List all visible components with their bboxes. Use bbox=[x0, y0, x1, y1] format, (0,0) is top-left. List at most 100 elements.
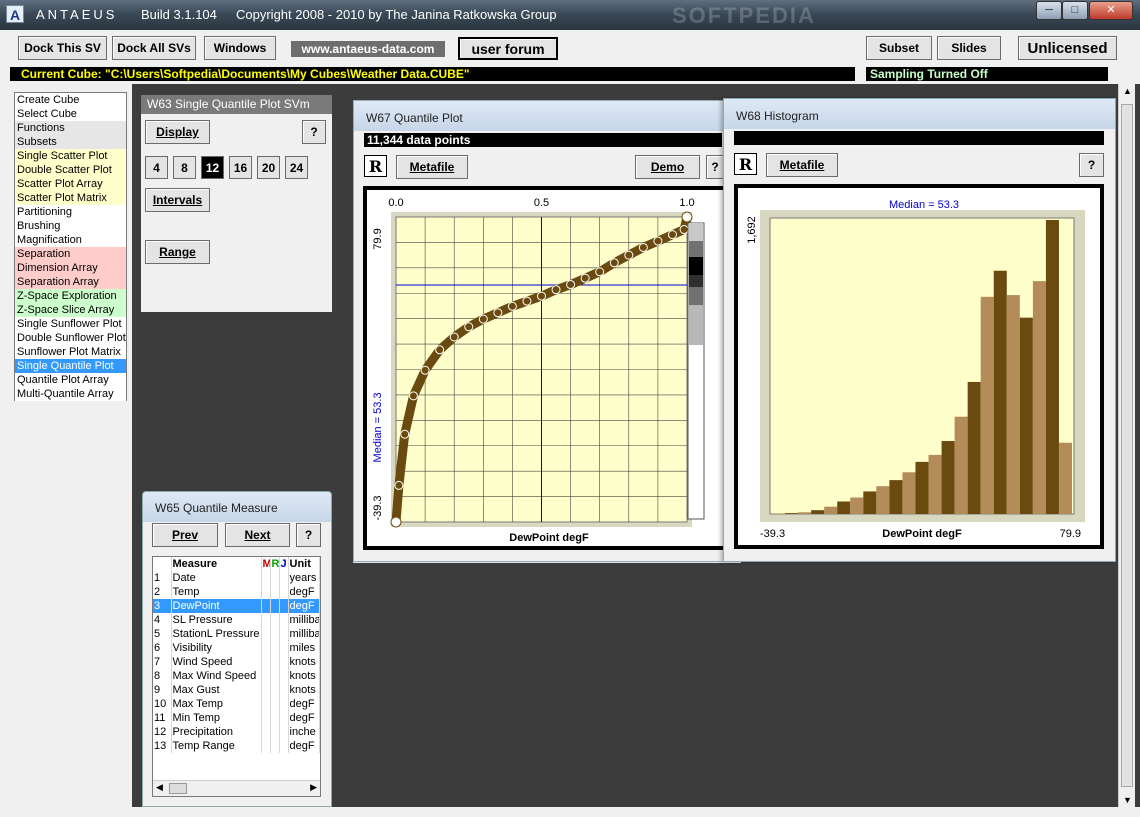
w63-help-button[interactable]: ? bbox=[302, 120, 326, 144]
count-button[interactable]: 12 bbox=[201, 156, 224, 179]
function-list[interactable]: Create Cube Select Cube Functions Subsets Si… bbox=[14, 92, 127, 401]
w65-help-button[interactable]: ? bbox=[296, 523, 321, 547]
table-row[interactable]: 2 Temp degF bbox=[153, 585, 320, 599]
prev-button[interactable]: Prev bbox=[152, 523, 218, 547]
measure-hscrollbar[interactable]: ◀ ▶ bbox=[153, 780, 320, 796]
count-button[interactable]: 4 bbox=[145, 156, 168, 179]
function-item[interactable]: Subsets bbox=[15, 135, 126, 149]
r-flag bbox=[270, 585, 280, 599]
count-button[interactable]: 16 bbox=[229, 156, 252, 179]
function-item[interactable]: Magnification bbox=[15, 233, 126, 247]
measure-unit: degF bbox=[288, 697, 320, 711]
histogram-bar bbox=[902, 472, 916, 514]
subset-button[interactable]: Subset bbox=[866, 36, 932, 60]
w67-metafile-button[interactable]: Metafile bbox=[396, 155, 468, 179]
range-button[interactable]: Range bbox=[145, 240, 210, 264]
w68-metafile-button[interactable]: Metafile bbox=[766, 153, 838, 177]
intervals-button[interactable]: Intervals bbox=[145, 188, 210, 212]
function-item[interactable]: Double Scatter Plot bbox=[15, 163, 126, 177]
dock-all-svs-button[interactable]: Dock All SVs bbox=[112, 36, 196, 60]
windows-button[interactable]: Windows bbox=[204, 36, 276, 60]
scroll-left-icon[interactable]: ◀ bbox=[156, 782, 163, 793]
w68-r-button[interactable]: R bbox=[734, 153, 757, 175]
m-flag bbox=[261, 627, 271, 641]
w68-help-button[interactable]: ? bbox=[1079, 153, 1104, 177]
legend-swatch bbox=[689, 241, 703, 257]
function-item[interactable]: Partitioning bbox=[15, 205, 126, 219]
table-row[interactable]: 9 Max Gust knots bbox=[153, 683, 320, 697]
dock-this-sv-button[interactable]: Dock This SV bbox=[18, 36, 107, 60]
function-item[interactable]: Multi-Quantile Array bbox=[15, 387, 126, 401]
count-button[interactable]: 8 bbox=[173, 156, 196, 179]
j-flag bbox=[279, 599, 289, 613]
function-item[interactable]: Create Cube bbox=[15, 93, 126, 107]
table-row[interactable]: 3 DewPoint degF bbox=[153, 599, 320, 613]
measure-name: Min Temp bbox=[171, 711, 262, 725]
table-row[interactable]: 8 Max Wind Speed knots bbox=[153, 669, 320, 683]
table-row[interactable]: 6 Visibility miles bbox=[153, 641, 320, 655]
r-flag bbox=[270, 697, 280, 711]
function-item[interactable]: Separation Array bbox=[15, 275, 126, 289]
function-item[interactable]: Scatter Plot Array bbox=[15, 177, 126, 191]
function-item[interactable]: Brushing bbox=[15, 219, 126, 233]
j-flag bbox=[279, 711, 289, 725]
histogram-plot[interactable]: Median = 53.3 1,692 -39.3 79.9 DewPoint degF bbox=[738, 188, 1100, 545]
vscroll-thumb[interactable] bbox=[1121, 104, 1133, 787]
r-flag bbox=[270, 711, 280, 725]
function-item[interactable]: Double Sunflower Plot bbox=[15, 331, 126, 345]
x-axis-label: DewPoint degF bbox=[509, 532, 589, 544]
softpedia-watermark: SOFTPEDIA bbox=[672, 3, 816, 28]
function-item[interactable]: Z-Space Exploration bbox=[15, 289, 126, 303]
table-row[interactable]: 10 Max Temp degF bbox=[153, 697, 320, 711]
maximize-button[interactable]: □ bbox=[1062, 1, 1088, 20]
slides-button[interactable]: Slides bbox=[937, 36, 1001, 60]
main-vscrollbar[interactable]: ▲ ▼ bbox=[1118, 84, 1135, 807]
w67-r-button[interactable]: R bbox=[364, 155, 387, 177]
table-row[interactable]: 12 Precipitation inche bbox=[153, 725, 320, 739]
scroll-down-icon[interactable]: ▼ bbox=[1123, 795, 1132, 805]
function-item[interactable]: Single Scatter Plot bbox=[15, 149, 126, 163]
measure-name: Max Temp bbox=[171, 697, 262, 711]
measure-number: 12 bbox=[153, 725, 172, 739]
function-item[interactable]: Scatter Plot Matrix bbox=[15, 191, 126, 205]
histogram-bar bbox=[928, 454, 942, 514]
scroll-up-icon[interactable]: ▲ bbox=[1123, 86, 1132, 96]
function-item[interactable]: Sunflower Plot Matrix bbox=[15, 345, 126, 359]
median-label: Median = 53.3 bbox=[889, 199, 959, 211]
minimize-button[interactable]: ─ bbox=[1036, 1, 1062, 20]
histogram-bar bbox=[889, 480, 903, 514]
histogram-bar bbox=[967, 381, 981, 514]
function-item[interactable]: Single Sunflower Plot bbox=[15, 317, 126, 331]
x-tick-label: 0.5 bbox=[534, 197, 549, 209]
table-row[interactable]: 5 StationL Pressure milliba bbox=[153, 627, 320, 641]
table-row[interactable]: 13 Temp Range degF bbox=[153, 739, 320, 753]
website-link[interactable]: www.antaeus-data.com bbox=[291, 41, 445, 57]
function-item[interactable]: Dimension Array bbox=[15, 261, 126, 275]
user-forum-button[interactable]: user forum bbox=[458, 37, 558, 60]
demo-button[interactable]: Demo bbox=[635, 155, 700, 179]
function-item[interactable]: Single Quantile Plot bbox=[15, 359, 126, 373]
table-row[interactable]: 11 Min Temp degF bbox=[153, 711, 320, 725]
table-row[interactable]: 1 Date years bbox=[153, 571, 320, 585]
scroll-right-icon[interactable]: ▶ bbox=[310, 782, 317, 793]
count-button[interactable]: 20 bbox=[257, 156, 280, 179]
display-button[interactable]: Display bbox=[145, 120, 210, 144]
quantile-plot[interactable]: 0.0 0.5 1.0 79.9 -39.3 Median = 53.3 DewPoint … bbox=[367, 190, 727, 546]
function-item[interactable]: Separation bbox=[15, 247, 126, 261]
table-row[interactable]: 4 SL Pressure milliba bbox=[153, 613, 320, 627]
table-row[interactable]: 7 Wind Speed knots bbox=[153, 655, 320, 669]
unlicensed-button[interactable]: Unlicensed bbox=[1018, 36, 1117, 60]
w67-help-button[interactable]: ? bbox=[706, 155, 724, 179]
scroll-thumb[interactable] bbox=[169, 783, 187, 794]
measure-table[interactable]: Measure M R J Unit 1Dateyears2TempdegF3D… bbox=[152, 556, 321, 797]
function-item[interactable]: Functions bbox=[15, 121, 126, 135]
function-item[interactable]: Quantile Plot Array bbox=[15, 373, 126, 387]
w68-title: W68 Histogram bbox=[724, 99, 1115, 129]
function-item[interactable]: Z-Space Slice Array bbox=[15, 303, 126, 317]
measure-unit: milliba bbox=[288, 627, 320, 641]
histogram-info-bar bbox=[734, 131, 1104, 145]
count-button[interactable]: 24 bbox=[285, 156, 308, 179]
close-button[interactable]: ✕ bbox=[1089, 1, 1133, 20]
next-button[interactable]: Next bbox=[225, 523, 290, 547]
function-item[interactable]: Select Cube bbox=[15, 107, 126, 121]
